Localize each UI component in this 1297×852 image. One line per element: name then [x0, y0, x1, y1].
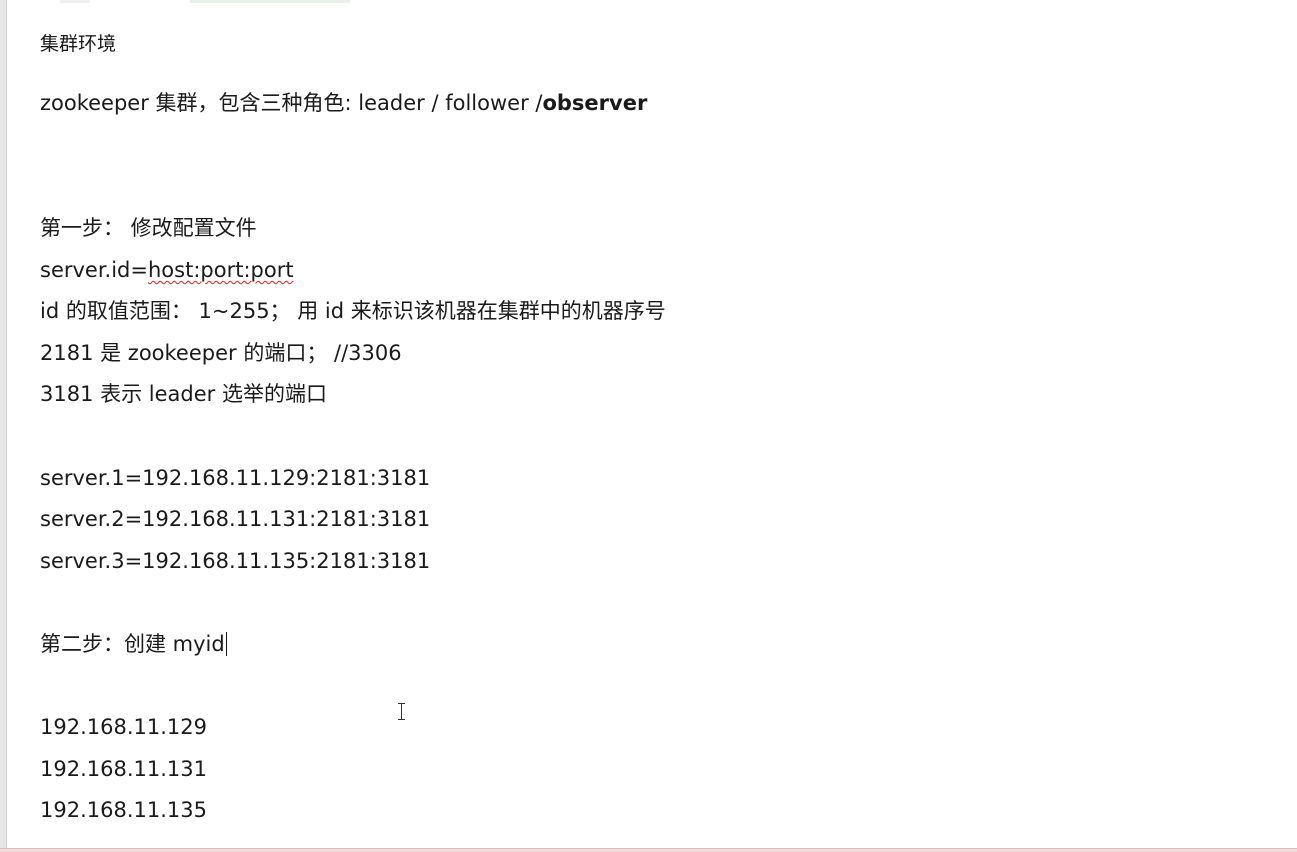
intro-text: zookeeper 集群，包含三种角色: leader / follower /: [40, 91, 543, 115]
bottom-page-edge: [0, 848, 1297, 852]
intro-bold-observer: observer: [542, 91, 648, 115]
section-heading: 集群环境: [40, 33, 117, 55]
top-tab-strip: [60, 0, 350, 3]
port-3181-line: 3181 表示 leader 选举的端口: [40, 382, 327, 406]
ip-line: 192.168.11.131: [40, 757, 207, 781]
server-config-line: server.1=192.168.11.129:2181:3181: [40, 466, 431, 490]
port-2181-line: 2181 是 zookeeper 的端口； //3306: [40, 341, 402, 365]
config-line: server.id=host:port:port: [40, 257, 294, 283]
ip-line: 192.168.11.135: [40, 798, 207, 822]
step1-title: 第一步： 修改配置文件: [40, 216, 257, 240]
spellcheck-flagged-text: host:port:port: [147, 258, 294, 282]
mouse-ibeam-cursor-icon: [397, 703, 406, 720]
id-range-line: id 的取值范围： 1~255； 用 id 来标识该机器在集群中的机器序号: [40, 299, 666, 323]
config-prefix: server.id=: [40, 258, 148, 282]
server-config-line: server.3=192.168.11.135:2181:3181: [40, 549, 431, 573]
ip-line: 192.168.11.129: [40, 715, 207, 739]
intro-line: zookeeper 集群，包含三种角色: leader / follower /…: [40, 90, 647, 116]
editor-left-border: [0, 0, 7, 852]
text-cursor: [225, 632, 227, 656]
server-config-line: server.2=192.168.11.131:2181:3181: [40, 507, 431, 531]
step2-title-line: 第二步：创建 myid: [40, 631, 227, 657]
step2-title: 第二步：创建 myid: [40, 632, 225, 656]
